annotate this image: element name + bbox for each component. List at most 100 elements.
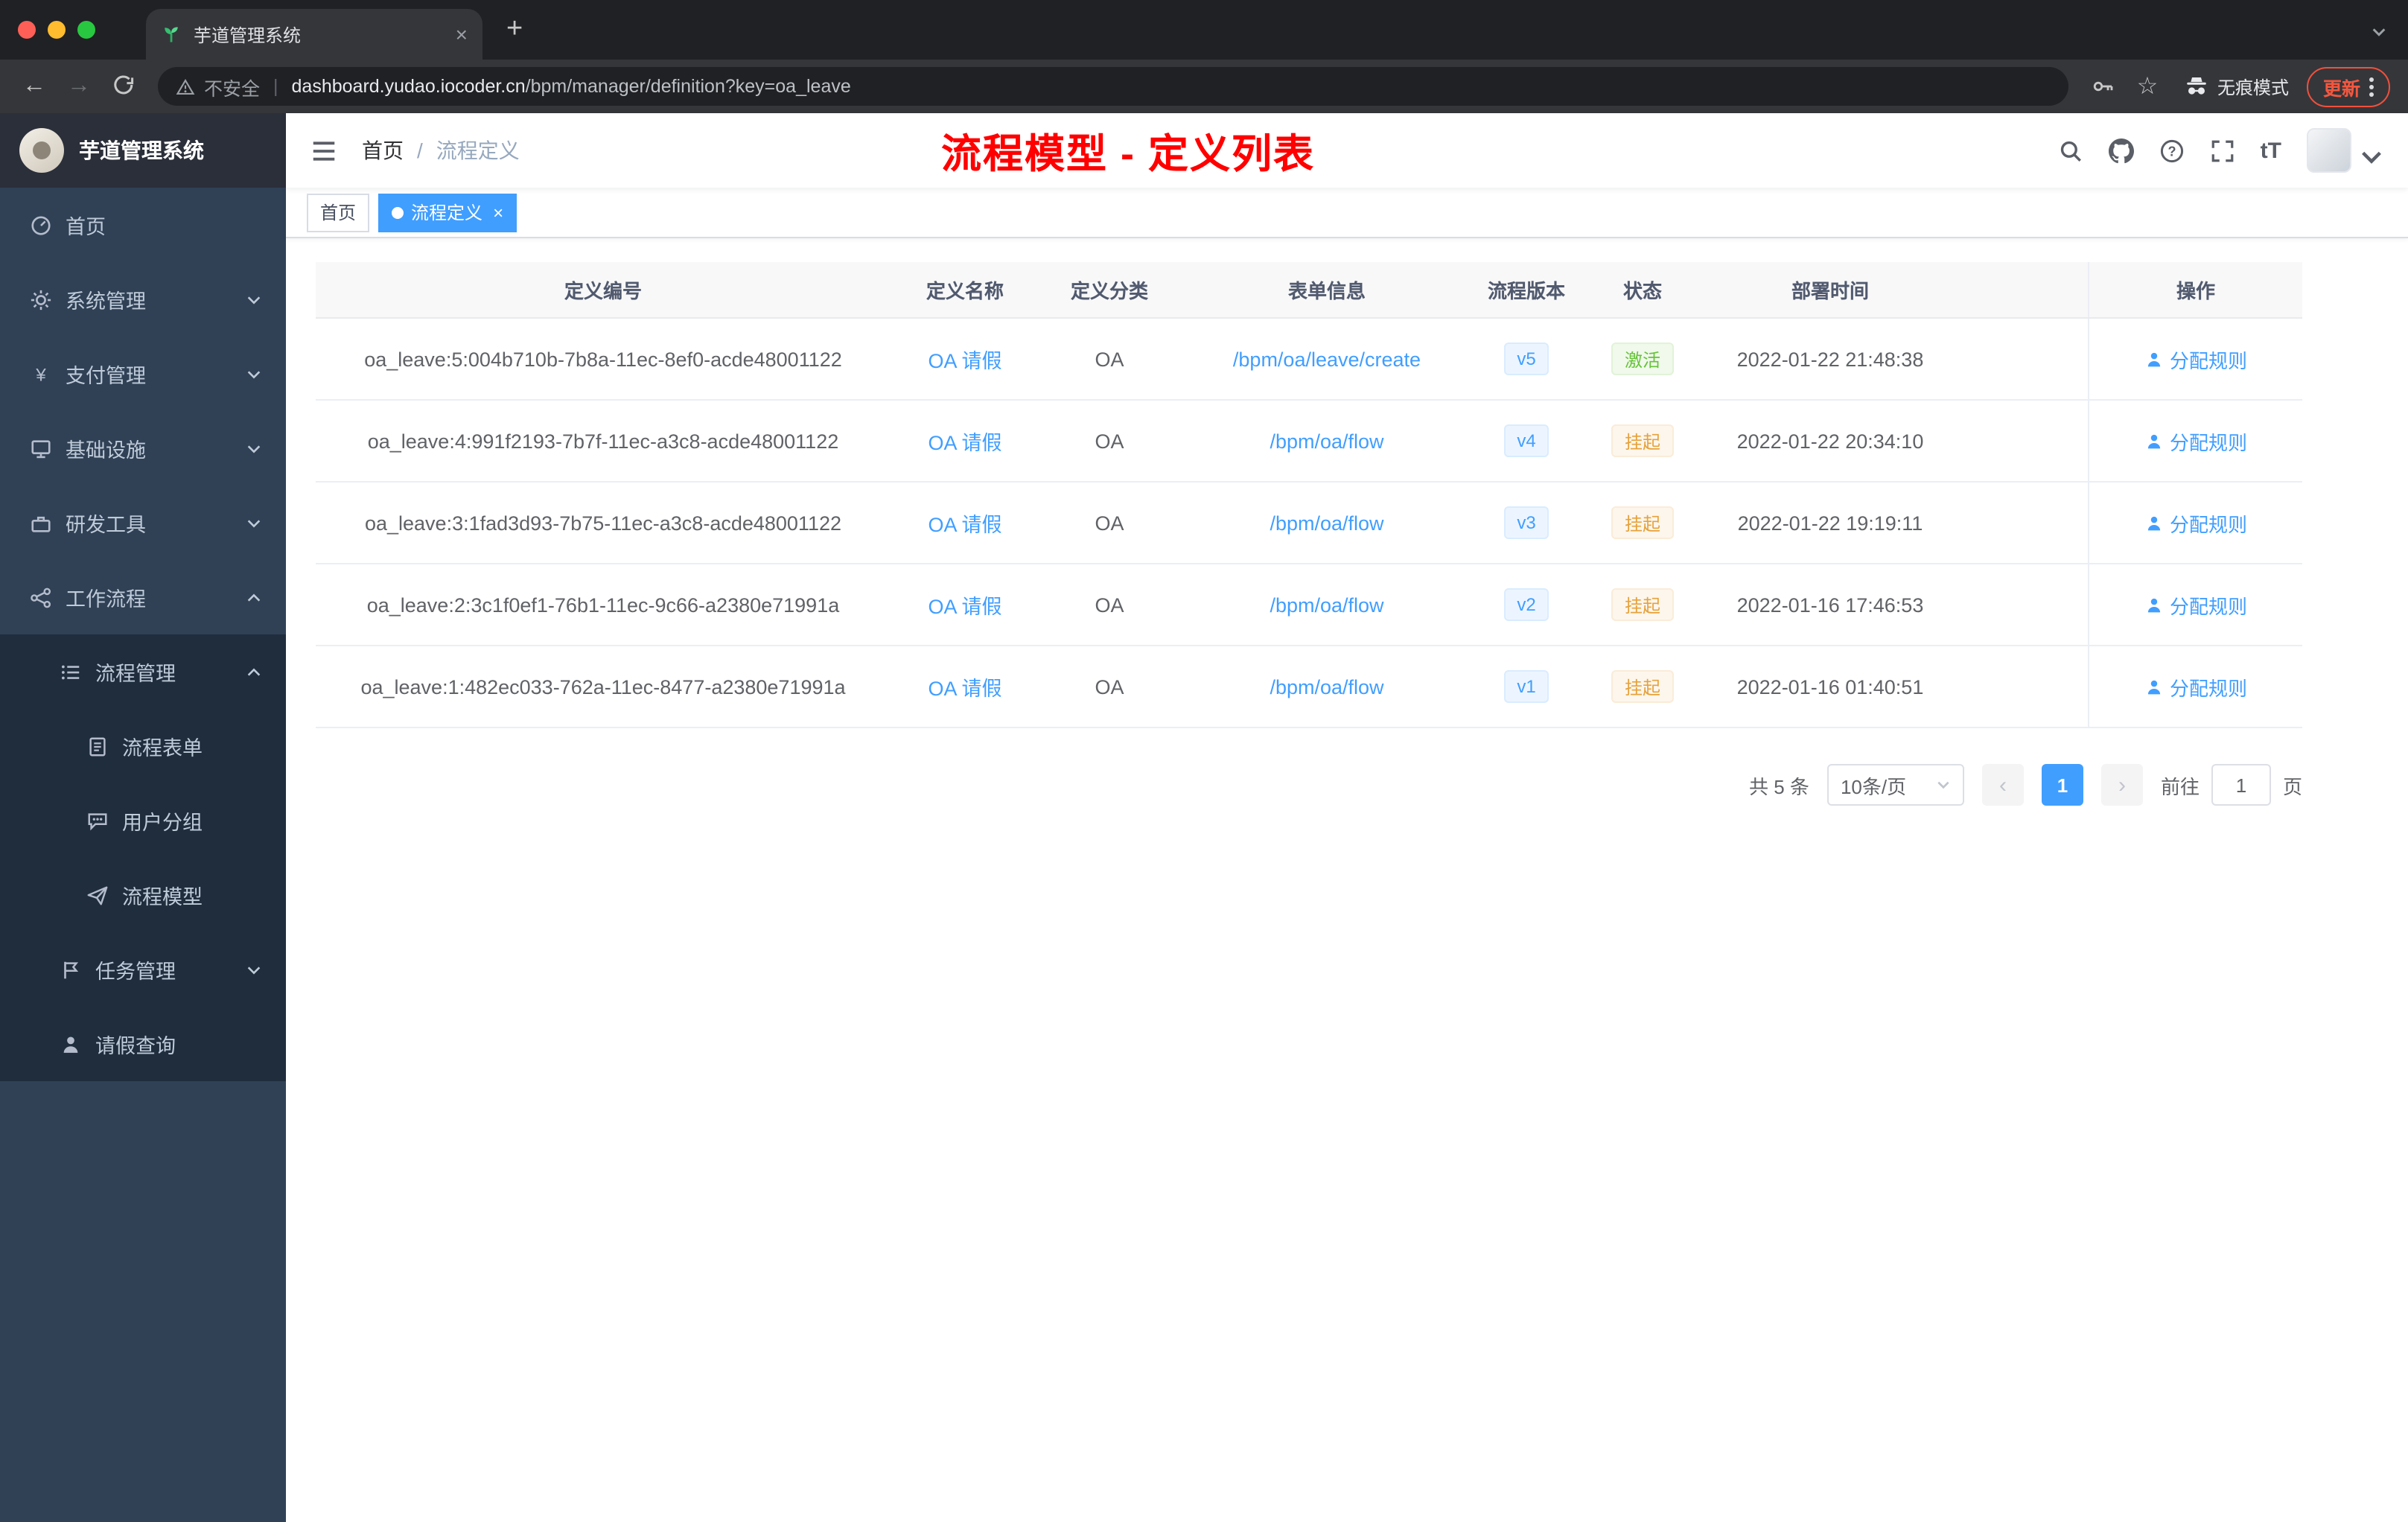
sidebar-item-user-group[interactable]: 用户分组 <box>0 783 286 858</box>
version-badge: v3 <box>1503 506 1549 539</box>
sidebar-item-home[interactable]: 首页 <box>0 188 286 262</box>
chevron-down-icon <box>247 966 261 974</box>
font-size-icon[interactable]: tT <box>2261 138 2281 163</box>
breadcrumb-home[interactable]: 首页 <box>362 136 404 165</box>
definition-name-link[interactable]: OA 请假 <box>928 508 1001 538</box>
form-link[interactable]: /bpm/oa/flow <box>1270 512 1383 534</box>
reload-button[interactable] <box>104 67 143 106</box>
goto-page-input[interactable] <box>2211 764 2271 806</box>
avatar[interactable] <box>2307 128 2351 173</box>
sidebar-item-process-management[interactable]: 流程管理 <box>0 634 286 709</box>
main-area: 首页 / 流程定义 流程模型 - 定义列表 ? tT 首页 流程定义 × 定义编… <box>286 113 2408 1522</box>
definition-name-link[interactable]: OA 请假 <box>928 344 1001 374</box>
sidebar-item-devtools[interactable]: 研发工具 <box>0 485 286 560</box>
monitor-icon <box>31 439 51 458</box>
form-link[interactable]: /bpm/oa/leave/create <box>1233 348 1421 370</box>
app-root: 芋道管理系统 首页 系统管理 ¥ 支付管理 基础设施 研发工具 工作流程 流程管… <box>0 113 2408 1522</box>
assign-rule-link[interactable]: 分配规则 <box>2144 345 2247 373</box>
next-page-button[interactable]: › <box>2100 764 2143 806</box>
browser-update-button[interactable]: 更新 <box>2306 66 2390 106</box>
chevron-up-icon <box>247 593 261 601</box>
address-bar[interactable]: 不安全 | dashboard.yudao.iocoder.cn/bpm/man… <box>158 67 2068 106</box>
user-menu[interactable] <box>2307 128 2384 173</box>
sidebar-item-workflow[interactable]: 工作流程 <box>0 560 286 634</box>
sidebar-item-infrastructure[interactable]: 基础设施 <box>0 411 286 485</box>
fullscreen-icon[interactable] <box>2210 138 2235 163</box>
browser-window: 芋道管理系统 × + ← → 不安全 | dashboard.yudao.ioc… <box>0 0 2408 1522</box>
assign-rule-link[interactable]: 分配规则 <box>2144 590 2247 619</box>
back-button[interactable]: ← <box>15 67 54 106</box>
sidebar-logo[interactable]: 芋道管理系统 <box>0 113 286 188</box>
definition-id: oa_leave:5:004b710b-7b8a-11ec-8ef0-acde4… <box>364 348 842 370</box>
page-1-button[interactable]: 1 <box>2041 764 2083 806</box>
page-size-select[interactable]: 10条/页 <box>1826 764 1964 806</box>
document-icon <box>89 736 106 756</box>
version-badge: v4 <box>1503 424 1549 457</box>
chevron-down-icon <box>247 296 261 304</box>
sidebar-item-payment[interactable]: ¥ 支付管理 <box>0 337 286 411</box>
minimize-window-button[interactable] <box>48 21 66 39</box>
user-group-icon <box>88 812 107 830</box>
breadcrumb-current: 流程定义 <box>436 138 520 162</box>
sidebar-item-process-model[interactable]: 流程模型 <box>0 858 286 932</box>
new-tab-button[interactable]: + <box>506 13 523 46</box>
sidebar-item-task-management[interactable]: 任务管理 <box>0 932 286 1007</box>
assign-rule-link[interactable]: 分配规则 <box>2144 672 2247 701</box>
chevron-down-icon <box>247 445 261 453</box>
version-badge: v1 <box>1503 670 1549 703</box>
definition-id: oa_leave:1:482ec033-762a-11ec-8477-a2380… <box>360 675 846 698</box>
navbar-actions: ? tT <box>2058 128 2384 173</box>
chevron-down-icon <box>247 519 261 527</box>
form-link[interactable]: /bpm/oa/flow <box>1270 593 1383 616</box>
status-badge: 挂起 <box>1611 670 1674 703</box>
flag-icon <box>64 961 79 978</box>
form-link[interactable]: /bpm/oa/flow <box>1270 675 1383 698</box>
close-window-button[interactable] <box>18 21 36 39</box>
search-icon[interactable] <box>2058 138 2083 163</box>
sidebar: 芋道管理系统 首页 系统管理 ¥ 支付管理 基础设施 研发工具 工作流程 流程管… <box>0 113 286 1522</box>
sidebar-item-leave-query[interactable]: 请假查询 <box>0 1007 286 1081</box>
hamburger-icon[interactable] <box>310 136 338 165</box>
goto-page: 前往 页 <box>2161 764 2302 806</box>
definition-name-link[interactable]: OA 请假 <box>928 590 1001 620</box>
svg-text:?: ? <box>2167 143 2176 158</box>
chevron-down-icon <box>247 370 261 378</box>
github-icon[interactable] <box>2108 138 2134 163</box>
form-link[interactable]: /bpm/oa/flow <box>1270 430 1383 452</box>
breadcrumb: 首页 / 流程定义 <box>362 136 520 165</box>
browser-toolbar: ← → 不安全 | dashboard.yudao.iocoder.cn/bpm… <box>0 60 2408 113</box>
browser-menu-icon[interactable] <box>2369 77 2374 96</box>
sidebar-item-process-form[interactable]: 流程表单 <box>0 709 286 783</box>
status-badge: 激活 <box>1611 343 1674 375</box>
browser-tab[interactable]: 芋道管理系统 × <box>146 9 482 60</box>
assign-rule-link[interactable]: 分配规则 <box>2144 509 2247 537</box>
sidebar-item-system[interactable]: 系统管理 <box>0 262 286 337</box>
col-time: 部署时间 <box>1791 280 1869 302</box>
version-badge: v2 <box>1503 588 1549 621</box>
annotation-overlay-text: 流程模型 - 定义列表 <box>941 132 1315 176</box>
logo-title: 芋道管理系统 <box>79 138 204 162</box>
tab-title: 芋道管理系统 <box>194 25 302 45</box>
prev-page-button[interactable]: ‹ <box>1981 764 2024 806</box>
zoom-window-button[interactable] <box>77 21 95 39</box>
help-icon[interactable]: ? <box>2159 138 2185 163</box>
password-key-button[interactable] <box>2083 67 2122 106</box>
assign-rule-link[interactable]: 分配规则 <box>2144 427 2247 455</box>
breadcrumb-separator: / <box>417 138 423 162</box>
definition-category: OA <box>1095 593 1124 616</box>
tag-process-definition[interactable]: 流程定义 × <box>378 193 517 232</box>
definition-name-link[interactable]: OA 请假 <box>928 426 1001 456</box>
url-text[interactable]: dashboard.yudao.iocoder.cn/bpm/manager/d… <box>292 76 851 97</box>
tag-close-icon[interactable]: × <box>493 202 503 223</box>
tab-close-icon[interactable]: × <box>456 22 468 46</box>
col-action: 操作 <box>2088 262 2302 317</box>
security-label[interactable]: 不安全 <box>204 72 260 101</box>
chevron-down-icon <box>2362 151 2381 164</box>
bookmark-star-button[interactable]: ☆ <box>2128 67 2167 106</box>
forward-button[interactable]: → <box>60 67 98 106</box>
tag-home[interactable]: 首页 <box>307 193 370 232</box>
definition-name-link[interactable]: OA 请假 <box>928 672 1001 701</box>
tab-search-chevron-icon[interactable] <box>2371 24 2387 40</box>
toolbox-icon <box>31 515 51 532</box>
version-badge: v5 <box>1503 343 1549 375</box>
